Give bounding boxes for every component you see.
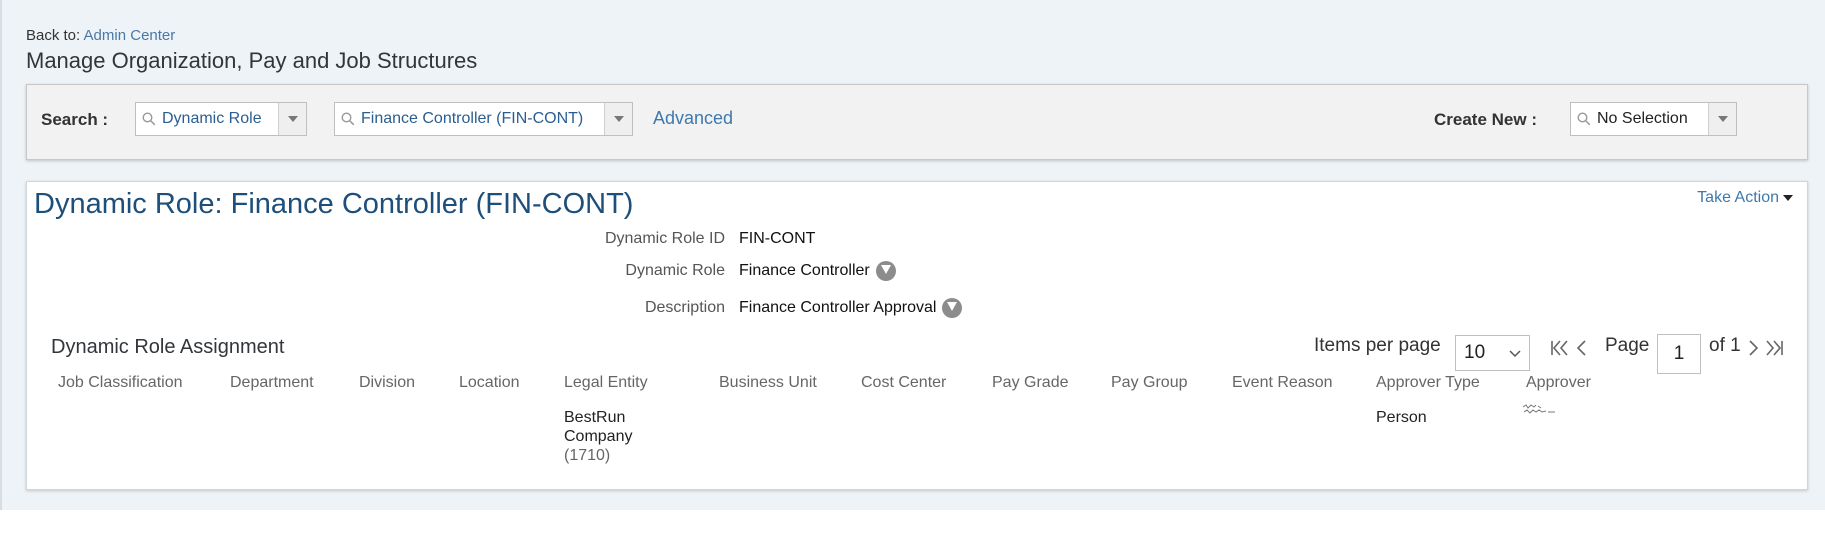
object-value-combobox[interactable]: Finance Controller (FIN-CONT) <box>334 102 633 136</box>
create-new-combobox[interactable]: No Selection <box>1570 102 1737 136</box>
advanced-search-link[interactable]: Advanced <box>653 108 733 129</box>
column-header-job-classification[interactable]: Job Classification <box>58 374 183 392</box>
search-icon <box>1571 112 1597 126</box>
column-header-division[interactable]: Division <box>359 374 415 392</box>
page-label: Page <box>1605 335 1650 356</box>
items-per-page-value: 10 <box>1464 342 1486 363</box>
info-icon[interactable] <box>875 261 896 281</box>
column-header-approver-type[interactable]: Approver Type <box>1376 374 1480 392</box>
info-icon[interactable] <box>942 298 963 318</box>
table-row-legal-entity: BestRun Company (1710) <box>564 408 632 465</box>
legal-entity-name-line-1: BestRun <box>564 409 626 426</box>
table-row-approver-type: Person <box>1376 409 1427 426</box>
field-value-text: Finance Controller <box>739 262 870 279</box>
search-bar: Search : Dynamic Role Finance Controller… <box>26 84 1808 160</box>
admin-center-link[interactable]: Admin Center <box>84 27 176 44</box>
record-title: Dynamic Role: Finance Controller (FIN-CO… <box>34 188 634 220</box>
column-header-business-unit[interactable]: Business Unit <box>719 374 817 392</box>
column-header-department[interactable]: Department <box>230 374 314 392</box>
field-dynamic-role: Dynamic Role <box>27 262 725 284</box>
first-page-icon[interactable] <box>1549 337 1571 365</box>
column-header-pay-grade[interactable]: Pay Grade <box>992 374 1068 392</box>
record-panel: Dynamic Role: Finance Controller (FIN-CO… <box>26 181 1808 490</box>
create-new-label: Create New : <box>1434 110 1537 129</box>
field-description: Description <box>27 299 725 321</box>
approver-signature-image <box>1522 404 1555 414</box>
caret-down-icon <box>1783 195 1793 201</box>
column-header-legal-entity[interactable]: Legal Entity <box>564 374 648 392</box>
column-header-location[interactable]: Location <box>459 374 520 392</box>
legal-entity-name-line-2: Company <box>564 428 633 445</box>
items-per-page-select[interactable]: 10 <box>1455 335 1530 371</box>
page-title: Manage Organization, Pay and Job Structu… <box>26 48 478 73</box>
field-value-text: Finance Controller Approval <box>739 299 937 316</box>
search-icon <box>136 112 162 126</box>
previous-page-icon[interactable] <box>1574 337 1588 365</box>
column-header-cost-center[interactable]: Cost Center <box>861 374 946 392</box>
field-label: Dynamic Role <box>625 262 725 279</box>
column-header-approver[interactable]: Approver <box>1526 374 1591 392</box>
create-new-value: No Selection <box>1597 110 1688 127</box>
assignment-section-title: Dynamic Role Assignment <box>51 336 285 358</box>
legal-entity-code: (1710) <box>564 447 611 464</box>
field-value-description: Finance Controller Approval <box>739 298 963 318</box>
field-label: Dynamic Role ID <box>604 230 725 247</box>
back-prefix: Back to: <box>26 27 81 44</box>
page-count-label: of 1 <box>1709 335 1741 356</box>
search-label: Search : <box>41 110 109 129</box>
page-number-value: 1 <box>1673 343 1685 364</box>
field-value: FIN-CONT <box>739 230 816 247</box>
field-value-dynamic-role: Finance Controller <box>739 261 896 281</box>
take-action-button[interactable]: Take Action <box>1697 189 1793 207</box>
breadcrumb: Back to: Admin Center <box>26 27 175 44</box>
field-label: Description <box>644 299 725 316</box>
last-page-icon[interactable] <box>1763 337 1785 365</box>
search-icon <box>335 112 361 126</box>
chevron-down-icon[interactable] <box>1708 103 1736 135</box>
object-value-text: Finance Controller (FIN-CONT) <box>361 110 584 127</box>
column-header-pay-group[interactable]: Pay Group <box>1111 374 1187 392</box>
object-type-combobox[interactable]: Dynamic Role <box>135 102 307 136</box>
items-per-page-label: Items per page <box>1314 335 1441 356</box>
next-page-icon[interactable] <box>1747 337 1761 365</box>
object-type-value: Dynamic Role <box>162 110 262 127</box>
chevron-down-icon[interactable] <box>604 103 632 135</box>
chevron-down-icon <box>1509 342 1521 364</box>
page-number-input[interactable]: 1 <box>1657 334 1701 374</box>
take-action-label: Take Action <box>1697 189 1779 206</box>
field-dynamic-role-id: Dynamic Role ID <box>27 230 725 252</box>
chevron-down-icon[interactable] <box>278 103 306 135</box>
column-header-event-reason[interactable]: Event Reason <box>1232 374 1333 392</box>
